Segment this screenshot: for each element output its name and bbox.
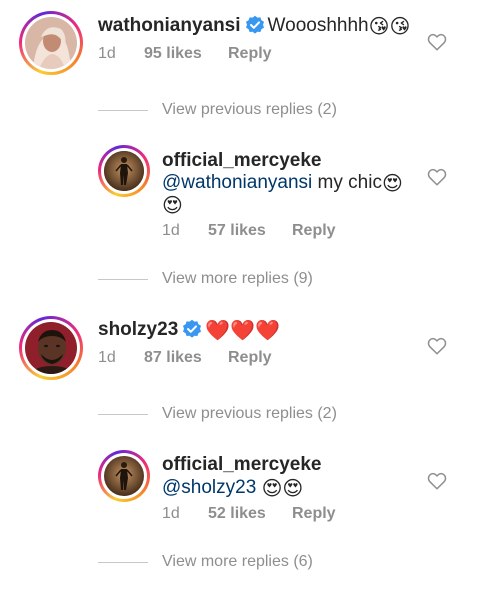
comment-line: wathonianyansi Woooshhhh😘😘 (98, 14, 410, 39)
view-previous-replies-label[interactable]: View previous replies (2) (162, 101, 337, 119)
reply-button[interactable]: Reply (292, 222, 336, 240)
comment-line: sholzy23 ❤️❤️❤️ (98, 318, 280, 343)
divider (98, 414, 148, 415)
comment-age: 1d (98, 45, 116, 62)
divider (98, 562, 148, 563)
comment-age: 1d (98, 349, 116, 366)
view-more-replies-label[interactable]: View more replies (6) (162, 553, 313, 571)
comment-likes[interactable]: 87 likes (144, 349, 228, 367)
reply-age: 1d (162, 222, 180, 239)
reply-age: 1d (162, 505, 180, 522)
heart-outline-icon[interactable] (427, 472, 447, 490)
reply-text-line: @wathonianyansi my chic😍 (162, 171, 403, 196)
reply-button[interactable]: Reply (292, 505, 336, 523)
view-previous-replies-label[interactable]: View previous replies (2) (162, 405, 337, 423)
comment-emojis: ❤️❤️❤️ (205, 320, 280, 342)
reply-emojis: 😍 (381, 173, 403, 195)
reply-username[interactable]: official_mercyeke (162, 150, 322, 171)
avatar[interactable] (19, 316, 83, 380)
avatar[interactable] (98, 145, 150, 197)
avatar-frame (22, 319, 80, 377)
comment-likes[interactable]: 95 likes (144, 45, 228, 63)
mention-link[interactable]: @sholzy23 (162, 477, 256, 498)
heart-outline-icon[interactable] (427, 33, 447, 51)
comment-username[interactable]: sholzy23 (98, 319, 178, 340)
reply-text-line: @sholzy23 😍😍 (162, 476, 303, 501)
reply-text: my chic (312, 172, 382, 193)
divider (98, 110, 148, 111)
avatar-image (25, 17, 77, 69)
comment-meta: 1d 87 likes Reply (98, 349, 272, 367)
reply-button[interactable]: Reply (228, 45, 272, 63)
avatar[interactable] (19, 11, 83, 75)
reply-likes[interactable]: 52 likes (208, 505, 292, 523)
view-more-replies-label[interactable]: View more replies (9) (162, 270, 313, 288)
reply-emojis-line2: 😍 (162, 195, 183, 217)
heart-outline-icon[interactable] (427, 168, 447, 186)
avatar-frame (101, 148, 147, 194)
divider (98, 279, 148, 280)
verified-badge-icon (183, 319, 202, 338)
comment-meta: 1d 95 likes Reply (98, 45, 272, 63)
reply-button[interactable]: Reply (228, 349, 272, 367)
heart-outline-icon[interactable] (427, 337, 447, 355)
reply-emojis: 😍😍 (261, 478, 304, 500)
avatar-image (104, 151, 144, 191)
mention-link[interactable]: @wathonianyansi (162, 172, 312, 193)
avatar-frame (22, 14, 80, 72)
reply-likes[interactable]: 57 likes (208, 222, 292, 240)
avatar-image (104, 456, 144, 496)
reply-username[interactable]: official_mercyeke (162, 454, 322, 475)
avatar-frame (101, 453, 147, 499)
reply-meta: 1d 57 likes Reply (162, 222, 336, 240)
reply-line: official_mercyeke (162, 149, 322, 173)
reply-text-line-2: 😍 (162, 193, 183, 218)
avatar[interactable] (98, 450, 150, 502)
view-more-replies[interactable]: View more replies (6) (98, 553, 458, 573)
reply-line: official_mercyeke (162, 453, 322, 477)
view-previous-replies[interactable]: View previous replies (2) (98, 405, 458, 425)
verified-badge-icon (245, 15, 264, 34)
view-previous-replies[interactable]: View previous replies (2) (98, 101, 458, 121)
comment-text: Woooshhhh (267, 15, 369, 36)
reply-meta: 1d 52 likes Reply (162, 505, 336, 523)
view-more-replies[interactable]: View more replies (9) (98, 270, 458, 290)
comment-emojis: 😘😘 (368, 16, 411, 38)
comment-username[interactable]: wathonianyansi (98, 15, 241, 36)
avatar-image (25, 322, 77, 374)
